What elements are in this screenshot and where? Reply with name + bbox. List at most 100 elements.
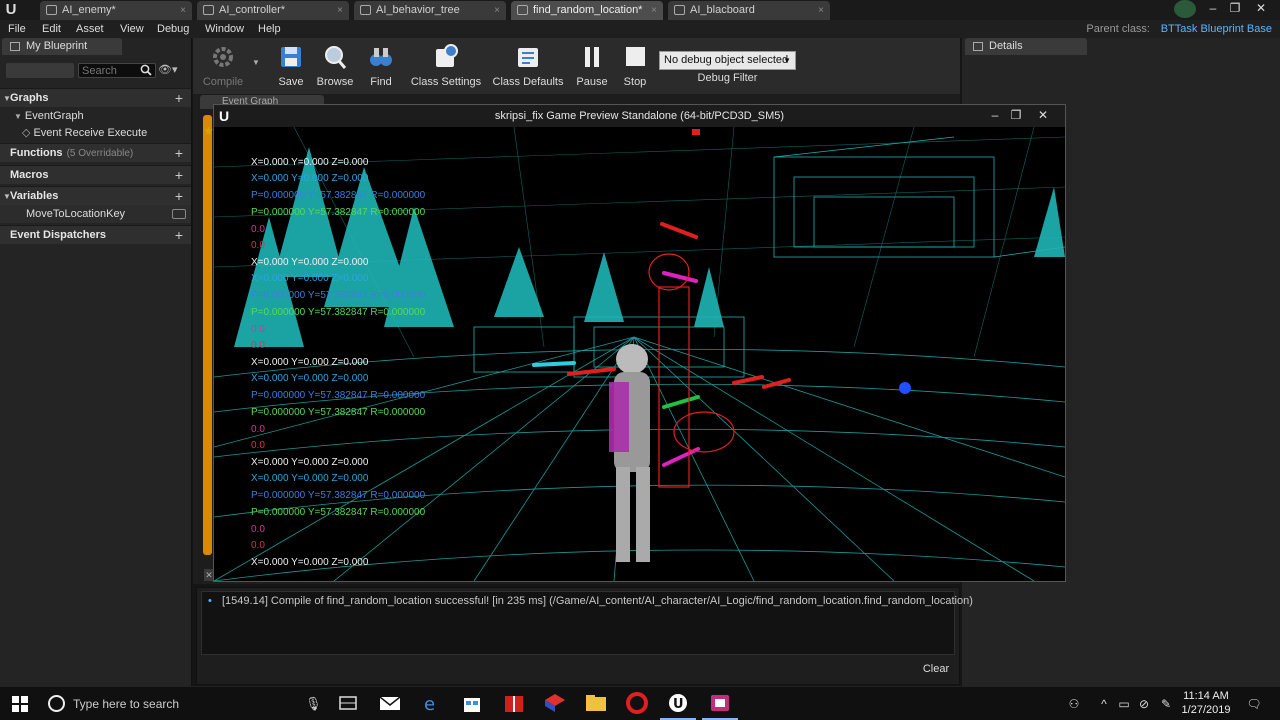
blueprint-icon [10,42,20,51]
media-app-icon[interactable] [708,692,732,714]
people-icon[interactable]: ⚇ [1066,697,1082,711]
tab-label: find_random_location* [533,4,643,16]
collapse-triangle-icon: ▼ [3,192,11,201]
event-dispatchers-section-header[interactable]: Event Dispatchers + [0,225,191,244]
menu-debug[interactable]: Debug [157,20,189,38]
tab-ai-blackboard[interactable]: AI_blacboard × [668,1,830,20]
variables-section-header[interactable]: ▼ Variables + [0,186,191,205]
chevron-down-icon: ▼ [783,56,791,65]
maximize-icon[interactable]: ❐ [1224,0,1246,16]
close-icon[interactable]: × [180,1,186,20]
menu-view[interactable]: View [120,20,144,38]
menu-file[interactable]: File [8,20,26,38]
tab-ai-controller[interactable]: AI_controller* × [197,1,349,20]
battery-icon[interactable]: ▭ [1116,697,1132,711]
debug-location-text: X=0.000 Y=0.000 Z=0.000 [251,457,369,468]
find-button[interactable]: Find [351,40,411,92]
variable-type-icon [172,209,186,219]
close-icon[interactable]: × [651,1,657,20]
tree-label: EventGraph [24,110,84,122]
game-minimize-icon[interactable]: – [984,106,1006,124]
unreal-engine-taskbar-icon[interactable]: U [666,692,690,714]
opera-browser-icon[interactable] [625,692,649,714]
graphs-section-header[interactable]: ▼ Graphs + [0,88,191,107]
clear-log-button[interactable]: Clear [918,660,954,678]
add-variable-icon[interactable]: + [175,187,183,206]
collapse-triangle-icon: ▼ [14,112,22,121]
tab-ai-behavior-tree[interactable]: AI_behavior_tree × [354,1,506,20]
show-hidden-icons-chevron-icon[interactable]: ^ [1096,697,1112,711]
tab-ai-enemy[interactable]: AI_enemy* × [40,1,192,20]
pause-icon [585,47,599,67]
search-icon [140,64,152,76]
stop-icon [626,47,645,66]
add-function-icon[interactable]: + [175,144,183,163]
game-close-icon[interactable]: ✕ [1032,106,1054,124]
debug-location-text: X=0.000 Y=0.000 Z=0.000 [251,257,369,268]
cortana-circle-icon[interactable] [48,695,65,712]
collapse-triangle-icon: ▼ [3,94,11,103]
close-icon[interactable]: × [337,1,343,20]
details-tab[interactable]: Details [965,38,1087,55]
close-window-icon[interactable]: ✕ [1250,0,1272,16]
task-view-icon[interactable] [336,692,360,714]
gift-app-icon[interactable] [502,692,526,714]
tree-item-event-graph[interactable]: ▼ EventGraph [0,108,191,125]
debug-red-marker [692,129,700,135]
menu-help[interactable]: Help [258,20,281,38]
macros-section-header[interactable]: Macros + [0,165,191,184]
minimize-icon[interactable]: – [1202,0,1224,16]
menu-window[interactable]: Window [205,20,244,38]
debug-rotation-text: P=0.000000 Y=57.382847 R=0.000000 [251,490,426,501]
close-icon[interactable]: × [818,1,824,20]
add-new-button[interactable] [6,63,74,78]
3d-app-icon[interactable] [543,692,567,714]
taskbar-clock-date[interactable]: 1/27/2019 [1176,704,1236,717]
pen-workspace-icon[interactable]: ✎ [1158,697,1174,711]
functions-section-header[interactable]: Functions (5 Overridable) + [0,143,191,162]
graph-border-accent [203,115,212,555]
menu-asset[interactable]: Asset [76,20,104,38]
store-icon[interactable] [460,692,484,714]
network-icon[interactable]: ⊘ [1136,697,1152,711]
debug-value-text: 0.0 [251,540,265,551]
compile-gear-icon [213,47,233,67]
unreal-logo-icon[interactable]: U [2,1,20,19]
add-graph-icon[interactable]: + [175,89,183,108]
class-defaults-button[interactable]: Class Defaults [490,40,566,92]
class-defaults-icon [518,48,538,67]
file-explorer-icon[interactable] [584,692,608,714]
class-settings-button[interactable]: Class Settings [408,40,484,92]
debug-location-text: X=0.000 Y=0.000 Z=0.000 [251,373,369,384]
tab-label: AI_enemy* [62,4,116,16]
close-icon[interactable]: × [494,1,500,20]
menu-edit[interactable]: Edit [42,20,61,38]
stop-button[interactable]: Stop [605,40,665,92]
compile-options-chevron-icon[interactable]: ▼ [252,58,260,67]
windows-start-icon[interactable] [12,696,28,712]
source-control-icon[interactable] [1174,0,1196,18]
game-maximize-icon[interactable]: ❐ [1005,106,1027,124]
debug-location-text: X=0.000 Y=0.000 Z=0.000 [251,157,369,168]
edge-browser-icon[interactable]: e [420,692,444,714]
taskbar-clock-time[interactable]: 11:14 AM [1176,690,1236,703]
tab-label: AI_behavior_tree [376,4,460,16]
section-label: Functions [10,147,63,159]
compile-button[interactable]: Compile [193,40,253,92]
tab-label: AI_controller* [219,4,286,16]
microphone-icon[interactable]: 🎙 [305,696,322,712]
debug-object-select[interactable]: No debug object selected ▼ [659,51,796,70]
variable-row-movetolocationkey[interactable]: MoveToLocationKey [0,205,191,223]
view-options-eye-icon[interactable]: 👁▾ [158,65,178,76]
action-center-notification-icon[interactable]: 🗨 [1246,697,1262,711]
tree-item-event-receive-execute[interactable]: ◇ Event Receive Execute [0,125,191,142]
add-dispatcher-icon[interactable]: + [175,226,183,245]
mail-icon[interactable] [378,692,402,714]
taskbar-search-box[interactable]: Type here to search [73,696,179,712]
tab-label: Details [989,40,1023,52]
tab-find-random-location[interactable]: find_random_location* × [511,1,663,20]
my-blueprint-tab[interactable]: My Blueprint [2,38,122,55]
add-macro-icon[interactable]: + [175,166,183,185]
debug-blue-marker [899,382,911,394]
parent-class-link[interactable]: BTTask Blueprint Base [1161,20,1272,38]
